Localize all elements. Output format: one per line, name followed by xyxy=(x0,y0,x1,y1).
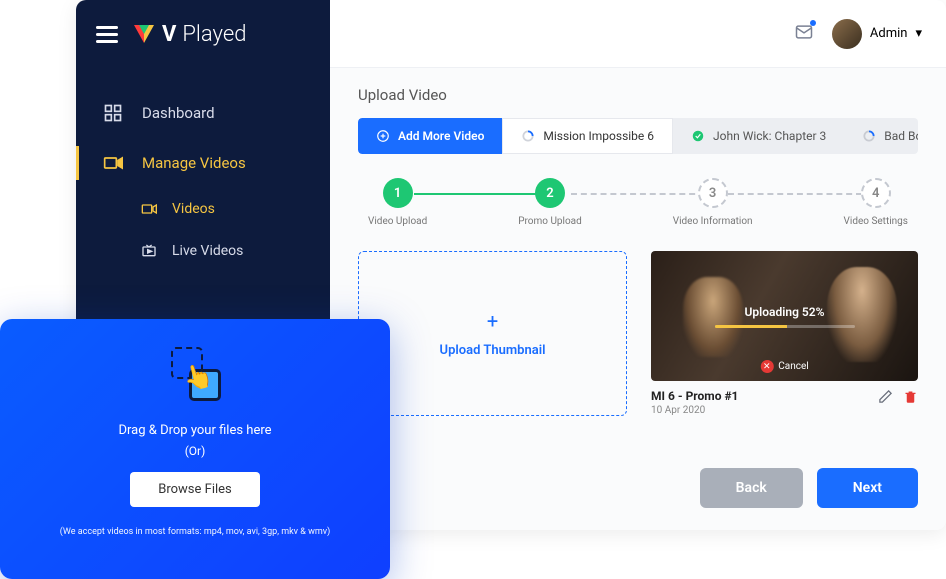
videos-icon xyxy=(140,200,158,218)
tab-label-2: John Wick: Chapter 3 xyxy=(713,129,826,143)
cancel-upload-button[interactable]: ✕ Cancel xyxy=(760,360,808,373)
video-info: MI 6 - Promo #1 10 Apr 2020 xyxy=(651,389,738,416)
check-circle-icon xyxy=(691,129,705,143)
tab-add-more[interactable]: Add More Video xyxy=(358,118,502,154)
notification-dot-icon xyxy=(810,20,816,26)
video-card: Uploading 52% ✕ Cancel xyxy=(651,251,918,416)
tab-mission-impossible[interactable]: Mission Impossibe 6 xyxy=(502,118,673,154)
back-button[interactable]: Back xyxy=(700,468,803,508)
topbar: Admin ▾ xyxy=(330,0,946,68)
stepper: 1 Video Upload 2 Promo Upload 3 Video In… xyxy=(358,178,918,227)
user-menu[interactable]: Admin ▾ xyxy=(832,19,922,49)
step-4[interactable]: 4 Video Settings xyxy=(844,178,908,227)
tab-add-label: Add More Video xyxy=(398,129,484,143)
browse-files-button[interactable]: Browse Files xyxy=(130,472,260,507)
mail-icon[interactable] xyxy=(794,22,814,46)
hamburger-icon[interactable] xyxy=(96,26,118,43)
sidebar-item-live-videos[interactable]: Live Videos xyxy=(140,230,330,272)
sidebar-nav: Dashboard Manage Videos Videos xyxy=(76,68,330,272)
cancel-x-icon: ✕ xyxy=(760,360,773,373)
step-2[interactable]: 2 Promo Upload xyxy=(518,178,582,227)
step-3-circle: 3 xyxy=(698,178,728,208)
next-button[interactable]: Next xyxy=(817,468,918,508)
video-date: 10 Apr 2020 xyxy=(651,405,738,416)
step-2-label: Promo Upload xyxy=(518,216,582,227)
upload-percent: 52% xyxy=(802,305,825,319)
tab-label-1: Mission Impossibe 6 xyxy=(543,129,654,143)
sidebar-label-live: Live Videos xyxy=(172,243,243,259)
step-4-circle: 4 xyxy=(861,178,891,208)
footer-actions: Back Next xyxy=(330,450,946,530)
step-3-label: Video Information xyxy=(673,216,753,227)
step-1-circle: 1 xyxy=(383,178,413,208)
tab-bad-boys[interactable]: Bad Boys For Life xyxy=(844,118,918,154)
manage-videos-icon xyxy=(102,152,124,174)
upload-status-wrapper: Uploading 52% xyxy=(715,305,855,328)
user-name: Admin xyxy=(870,26,908,41)
upload-area: + Upload Thumbnail Uploading 52% xyxy=(358,251,918,416)
popup-line1: Drag & Drop your files here xyxy=(118,423,271,438)
popup-or: (Or) xyxy=(185,444,206,458)
step-2-circle: 2 xyxy=(535,178,565,208)
sidebar-label-videos: Videos xyxy=(172,201,215,217)
plus-icon: + xyxy=(487,309,498,333)
thumbnail-dropzone[interactable]: + Upload Thumbnail xyxy=(358,251,627,416)
upload-status: Uploading 52% xyxy=(715,305,855,319)
sidebar-subnav: Videos Live Videos xyxy=(76,188,330,272)
video-meta: MI 6 - Promo #1 10 Apr 2020 xyxy=(651,381,918,416)
video-actions xyxy=(878,389,918,408)
sidebar-item-videos[interactable]: Videos xyxy=(140,188,330,230)
sidebar-label-dashboard: Dashboard xyxy=(142,104,215,122)
content-area: Upload Video Add More Video Mission Impo… xyxy=(330,68,946,450)
upload-prefix: Uploading xyxy=(745,305,799,319)
step-4-label: Video Settings xyxy=(844,216,908,227)
loading-icon xyxy=(521,129,535,143)
sidebar-header: VPlayed xyxy=(76,0,330,68)
tab-john-wick[interactable]: John Wick: Chapter 3 xyxy=(673,118,844,154)
drag-drop-popup[interactable]: 👆 Drag & Drop your files here (Or) Brows… xyxy=(0,319,390,579)
avatar xyxy=(832,19,862,49)
tabs-row: Add More Video Mission Impossibe 6 John … xyxy=(358,118,918,154)
drag-drop-icon: 👆 xyxy=(165,345,225,405)
dropzone-label: Upload Thumbnail xyxy=(440,343,546,358)
plus-circle-icon xyxy=(376,129,390,143)
edit-icon[interactable] xyxy=(878,389,893,408)
video-title: MI 6 - Promo #1 xyxy=(651,389,738,403)
sidebar-item-manage-videos[interactable]: Manage Videos xyxy=(76,138,330,188)
main-panel: Admin ▾ Upload Video Add More Video Miss… xyxy=(330,0,946,530)
step-3[interactable]: 3 Video Information xyxy=(673,178,753,227)
brand-bold: V xyxy=(162,22,176,47)
sidebar-item-dashboard[interactable]: Dashboard xyxy=(76,88,330,138)
logo-mark-icon xyxy=(132,22,156,46)
progress-bar xyxy=(715,325,855,328)
popup-format-note: (We accept videos in most formats: mp4, … xyxy=(60,527,331,537)
step-1[interactable]: 1 Video Upload xyxy=(368,178,427,227)
sidebar-label-manage: Manage Videos xyxy=(142,154,246,172)
page-title: Upload Video xyxy=(358,86,918,104)
chevron-down-icon: ▾ xyxy=(915,26,922,41)
brand-text: Played xyxy=(182,22,246,47)
brand-logo: VPlayed xyxy=(132,22,246,47)
cancel-label: Cancel xyxy=(778,361,808,372)
video-thumbnail: Uploading 52% ✕ Cancel xyxy=(651,251,918,381)
step-1-label: Video Upload xyxy=(368,216,427,227)
dashboard-icon xyxy=(102,102,124,124)
delete-icon[interactable] xyxy=(903,389,918,408)
tab-label-3: Bad Boys For Life xyxy=(884,129,918,143)
progress-fill xyxy=(715,325,788,328)
live-videos-icon xyxy=(140,242,158,260)
loading-icon xyxy=(862,129,876,143)
